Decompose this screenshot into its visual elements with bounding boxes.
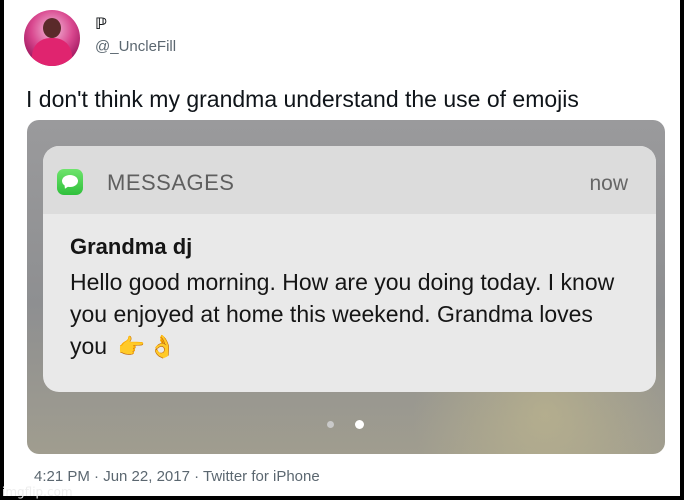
- chat-bubble-tail: [62, 182, 70, 191]
- watermark: imgflip.com: [2, 485, 73, 499]
- display-name[interactable]: ℙ: [95, 14, 107, 33]
- avatar-body: [32, 38, 72, 66]
- user-handle[interactable]: @_UncleFill: [95, 38, 176, 55]
- pointing-right-emoji-icon: 👉: [117, 335, 145, 360]
- notification-card[interactable]: MESSAGES now Grandma dj Hello good morni…: [43, 146, 656, 392]
- avatar[interactable]: [24, 10, 80, 66]
- page-dot-2-active[interactable]: [355, 420, 364, 429]
- tweet-metadata[interactable]: 4:21 PM · Jun 22, 2017 · Twitter for iPh…: [34, 468, 320, 485]
- notification-app-name: MESSAGES: [107, 170, 235, 195]
- ok-hand-emoji-icon: 👌: [148, 335, 177, 360]
- notification-time: now: [589, 172, 628, 195]
- tweet-media-screenshot[interactable]: MESSAGES now Grandma dj Hello good morni…: [27, 120, 665, 454]
- tweet-text: I don't think my grandma understand the …: [26, 86, 579, 112]
- page-dot-1[interactable]: [327, 421, 334, 428]
- notification-sender: Grandma dj: [70, 234, 193, 259]
- notification-header: MESSAGES now: [43, 146, 656, 214]
- messages-icon: [57, 169, 83, 195]
- avatar-head: [43, 18, 61, 38]
- notification-message: Hello good morning. How are you doing to…: [70, 266, 630, 364]
- tweet-card: ℙ @_UncleFill I don't think my grandma u…: [4, 0, 680, 496]
